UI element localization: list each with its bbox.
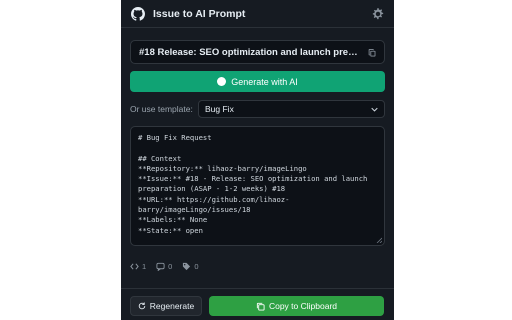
template-select[interactable]: Bug Fix: [198, 100, 385, 118]
code-count: 1: [142, 261, 147, 271]
template-row: Or use template: Bug Fix: [130, 100, 385, 118]
generate-with-ai-button[interactable]: Generate with AI: [130, 71, 385, 92]
prompt-line: **URL:** https://github.com/lihaoz-: [138, 194, 290, 204]
panel-header: Issue to AI Prompt: [121, 0, 394, 28]
regenerate-button[interactable]: Regenerate: [130, 296, 202, 316]
extension-panel: Issue to AI Prompt #18 Release: SEO opti…: [121, 0, 394, 320]
comments-stat: 0: [156, 262, 172, 271]
clipboard-icon: [256, 302, 265, 311]
prompt-line: preparation (ASAP - 1-2 weeks) #18: [138, 184, 286, 194]
prompt-line: barry/imageLingo/issues/18: [138, 205, 251, 215]
panel-footer: Regenerate Copy to Clipboard: [121, 288, 394, 320]
comment-icon: [156, 262, 165, 271]
gear-icon[interactable]: [372, 7, 384, 20]
panel-title: Issue to AI Prompt: [153, 7, 246, 20]
copy-to-clipboard-button[interactable]: Copy to Clipboard: [209, 296, 384, 316]
code-stat: 1: [130, 262, 146, 271]
prompt-textarea[interactable]: # Bug Fix Request ## Context **Repositor…: [130, 126, 385, 246]
github-icon: [131, 6, 145, 21]
sparkle-icon: [217, 77, 227, 86]
resize-handle-icon[interactable]: [376, 237, 382, 243]
chevron-down-icon: [371, 106, 378, 113]
template-label: Or use template:: [130, 104, 193, 114]
copy-icon[interactable]: [367, 48, 376, 57]
issue-title-box: #18 Release: SEO optimization and launch…: [130, 40, 385, 64]
prompt-line: # Bug Fix Request: [138, 133, 212, 142]
prompt-line: **State:** open: [138, 225, 203, 235]
prompt-line: **Repository:** lihaoz-barry/imageLingo: [138, 163, 307, 173]
issue-stats: 1 0 0: [130, 259, 199, 273]
generate-label: Generate with AI: [231, 76, 298, 87]
template-selected-value: Bug Fix: [205, 104, 234, 114]
issue-title: #18 Release: SEO optimization and launch…: [139, 46, 363, 58]
tag-icon: [183, 262, 191, 270]
copy-label: Copy to Clipboard: [268, 301, 338, 311]
prompt-line: [138, 143, 377, 153]
prompt-lines: # Bug Fix Request ## Context **Repositor…: [138, 133, 377, 236]
comments-count: 0: [168, 261, 173, 271]
refresh-icon: [138, 302, 146, 310]
code-icon: [130, 262, 139, 270]
labels-count: 0: [194, 261, 199, 271]
prompt-line: **Labels:** None: [138, 215, 208, 225]
prompt-line: ## Context: [138, 153, 182, 163]
labels-stat: 0: [182, 261, 199, 271]
prompt-line: **Issue:** #18 - Release: SEO optimizati…: [138, 174, 368, 184]
regenerate-label: Regenerate: [149, 301, 195, 311]
